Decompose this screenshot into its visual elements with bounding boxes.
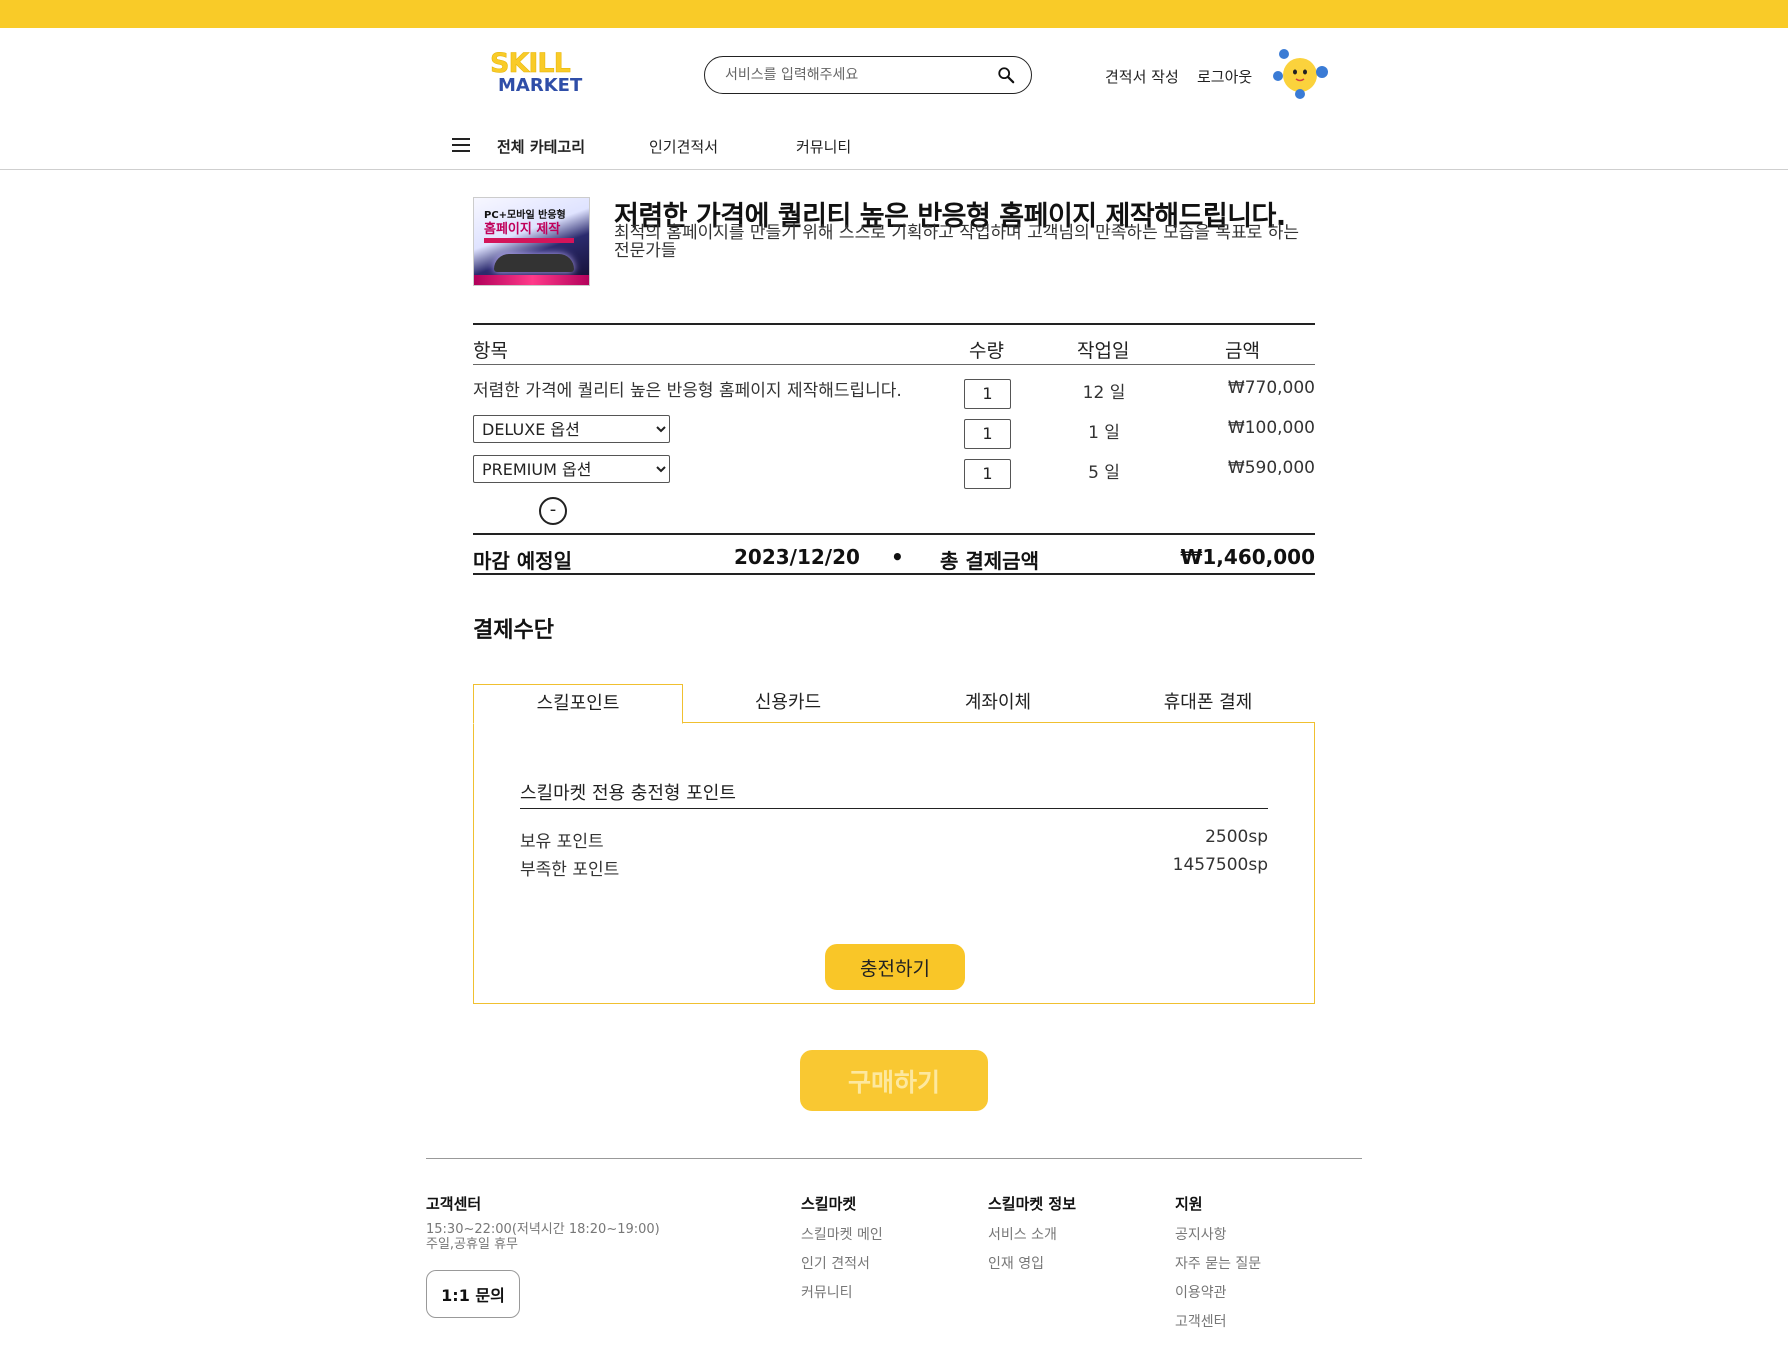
point-panel-title: 스킬마켓 전용 충전형 포인트 <box>520 779 1268 809</box>
footer-link[interactable]: 스킬마켓 메인 <box>801 1224 883 1244</box>
nav-community[interactable]: 커뮤니티 <box>796 136 851 157</box>
tab-bank-transfer[interactable]: 계좌이체 <box>893 684 1103 724</box>
purchase-button[interactable]: 구매하기 <box>800 1050 988 1111</box>
footer-link[interactable]: 공지사항 <box>1175 1224 1227 1244</box>
option-select-premium[interactable]: PREMIUM 옵션 <box>473 455 670 483</box>
order-item-days: 12 일 <box>1082 383 1126 403</box>
thumbnail-headline: 홈페이지 제작 <box>484 222 561 237</box>
logo-text-bottom: MARKET <box>498 75 583 96</box>
footer-cs-info: 15:30~22:00(저녁시간 18:20~19:00) 주일,공휴일 휴무 <box>426 1222 660 1252</box>
summary-bullet: • <box>891 545 904 569</box>
top-accent-bar <box>0 0 1788 28</box>
order-item-name: 저렴한 가격에 퀄리티 높은 반응형 홈페이지 제작해드립니다. <box>473 381 902 401</box>
remove-option-button[interactable]: - <box>539 497 567 525</box>
footer-col3-title: 지원 <box>1175 1195 1203 1213</box>
total-value: ₩1,460,000 <box>1180 545 1315 569</box>
order-table-header: 항목 수량 작업일 금액 <box>473 323 1315 365</box>
footer-link[interactable]: 서비스 소개 <box>988 1224 1057 1244</box>
order-row-deluxe: DELUXE 옵션 1 1 일 ₩100,000 <box>473 407 1315 449</box>
footer-col2-title: 스킬마켓 정보 <box>988 1195 1077 1213</box>
tab-mobile-payment[interactable]: 휴대폰 결제 <box>1103 684 1313 724</box>
owned-points-label: 보유 포인트 <box>520 832 604 852</box>
order-item-price: ₩590,000 <box>1227 458 1315 478</box>
header-amount: 금액 <box>1225 340 1260 362</box>
car-image <box>494 254 574 272</box>
search-bar[interactable] <box>704 56 1032 94</box>
deadline-value: 2023/12/20 <box>734 545 860 569</box>
tab-skill-point[interactable]: 스킬포인트 <box>473 684 683 724</box>
total-label: 총 결제금액 <box>940 549 1039 573</box>
header-item: 항목 <box>473 340 508 362</box>
main-nav: 전체 카테고리 인기견적서 커뮤니티 <box>0 118 1788 170</box>
order-item-days: 1 일 <box>1088 423 1120 443</box>
order-item-price: ₩100,000 <box>1227 418 1315 438</box>
footer-divider <box>426 1158 1362 1159</box>
short-points-row: 부족한 포인트 1457500sp <box>520 855 1268 880</box>
logout-link[interactable]: 로그아웃 <box>1197 66 1252 87</box>
product-thumbnail[interactable]: PC+모바일 반응형 홈페이지 제작 <box>473 197 590 286</box>
short-points-label: 부족한 포인트 <box>520 860 620 880</box>
purchase-button-label: 구매하기 <box>847 1067 940 1097</box>
tab-credit-card[interactable]: 신용카드 <box>683 684 893 724</box>
option-select-deluxe[interactable]: DELUXE 옵션 <box>473 415 670 443</box>
order-summary: 마감 예정일 2023/12/20 • 총 결제금액 ₩1,460,000 <box>473 533 1315 575</box>
header-qty: 수량 <box>969 340 1004 362</box>
owned-points-value: 2500sp <box>1205 827 1268 847</box>
footer-link[interactable]: 이용약관 <box>1175 1282 1227 1302</box>
order-row-main: 저렴한 가격에 퀄리티 높은 반응형 홈페이지 제작해드립니다. 1 12 일 … <box>473 367 1315 409</box>
nav-all-categories[interactable]: 전체 카테고리 <box>497 136 585 157</box>
quantity-field[interactable]: 1 <box>964 379 1011 409</box>
short-points-value: 1457500sp <box>1172 855 1268 875</box>
quantity-field[interactable]: 1 <box>964 419 1011 449</box>
nav-popular-quotes[interactable]: 인기견적서 <box>649 136 718 157</box>
owned-points-row: 보유 포인트 2500sp <box>520 827 1268 852</box>
deadline-label: 마감 예정일 <box>473 549 572 573</box>
footer-cs-title: 고객센터 <box>426 1195 482 1213</box>
footer-col1-title: 스킬마켓 <box>801 1195 857 1213</box>
search-input[interactable] <box>725 65 975 85</box>
cs-hours: 15:30~22:00(저녁시간 18:20~19:00) <box>426 1222 660 1237</box>
footer-link[interactable]: 커뮤니티 <box>801 1282 853 1302</box>
order-item-price: ₩770,000 <box>1227 378 1315 398</box>
charge-button[interactable]: 충전하기 <box>825 944 965 990</box>
mascot-avatar-icon[interactable] <box>1270 48 1330 100</box>
payment-tabs: 스킬포인트 신용카드 계좌이체 휴대폰 결제 <box>473 684 1315 724</box>
footer-link[interactable]: 자주 묻는 질문 <box>1175 1253 1261 1273</box>
cs-closed: 주일,공휴일 휴무 <box>426 1237 518 1252</box>
skill-market-logo[interactable]: SKILL MARKET <box>490 44 586 100</box>
menu-icon[interactable] <box>452 138 470 152</box>
footer-link[interactable]: 인재 영입 <box>988 1253 1044 1273</box>
order-row-premium: PREMIUM 옵션 1 5 일 ₩590,000 <box>473 447 1315 489</box>
product-description: 최적의 홈페이지를 만들기 위해 스스로 기획하고 작업하며 고객님의 만족하는… <box>614 223 1300 261</box>
header-days: 작업일 <box>1077 340 1130 362</box>
footer-link[interactable]: 인기 견적서 <box>801 1253 870 1273</box>
order-item-days: 5 일 <box>1088 463 1120 483</box>
payment-method-title: 결제수단 <box>473 618 554 643</box>
skill-point-panel: 스킬마켓 전용 충전형 포인트 보유 포인트 2500sp 부족한 포인트 14… <box>473 722 1315 1004</box>
write-quote-link[interactable]: 견적서 작성 <box>1105 66 1179 87</box>
footer-link[interactable]: 고객센터 <box>1175 1311 1227 1331</box>
inquiry-button[interactable]: 1:1 문의 <box>426 1270 520 1318</box>
quantity-field[interactable]: 1 <box>964 459 1011 489</box>
search-icon[interactable] <box>997 66 1015 84</box>
